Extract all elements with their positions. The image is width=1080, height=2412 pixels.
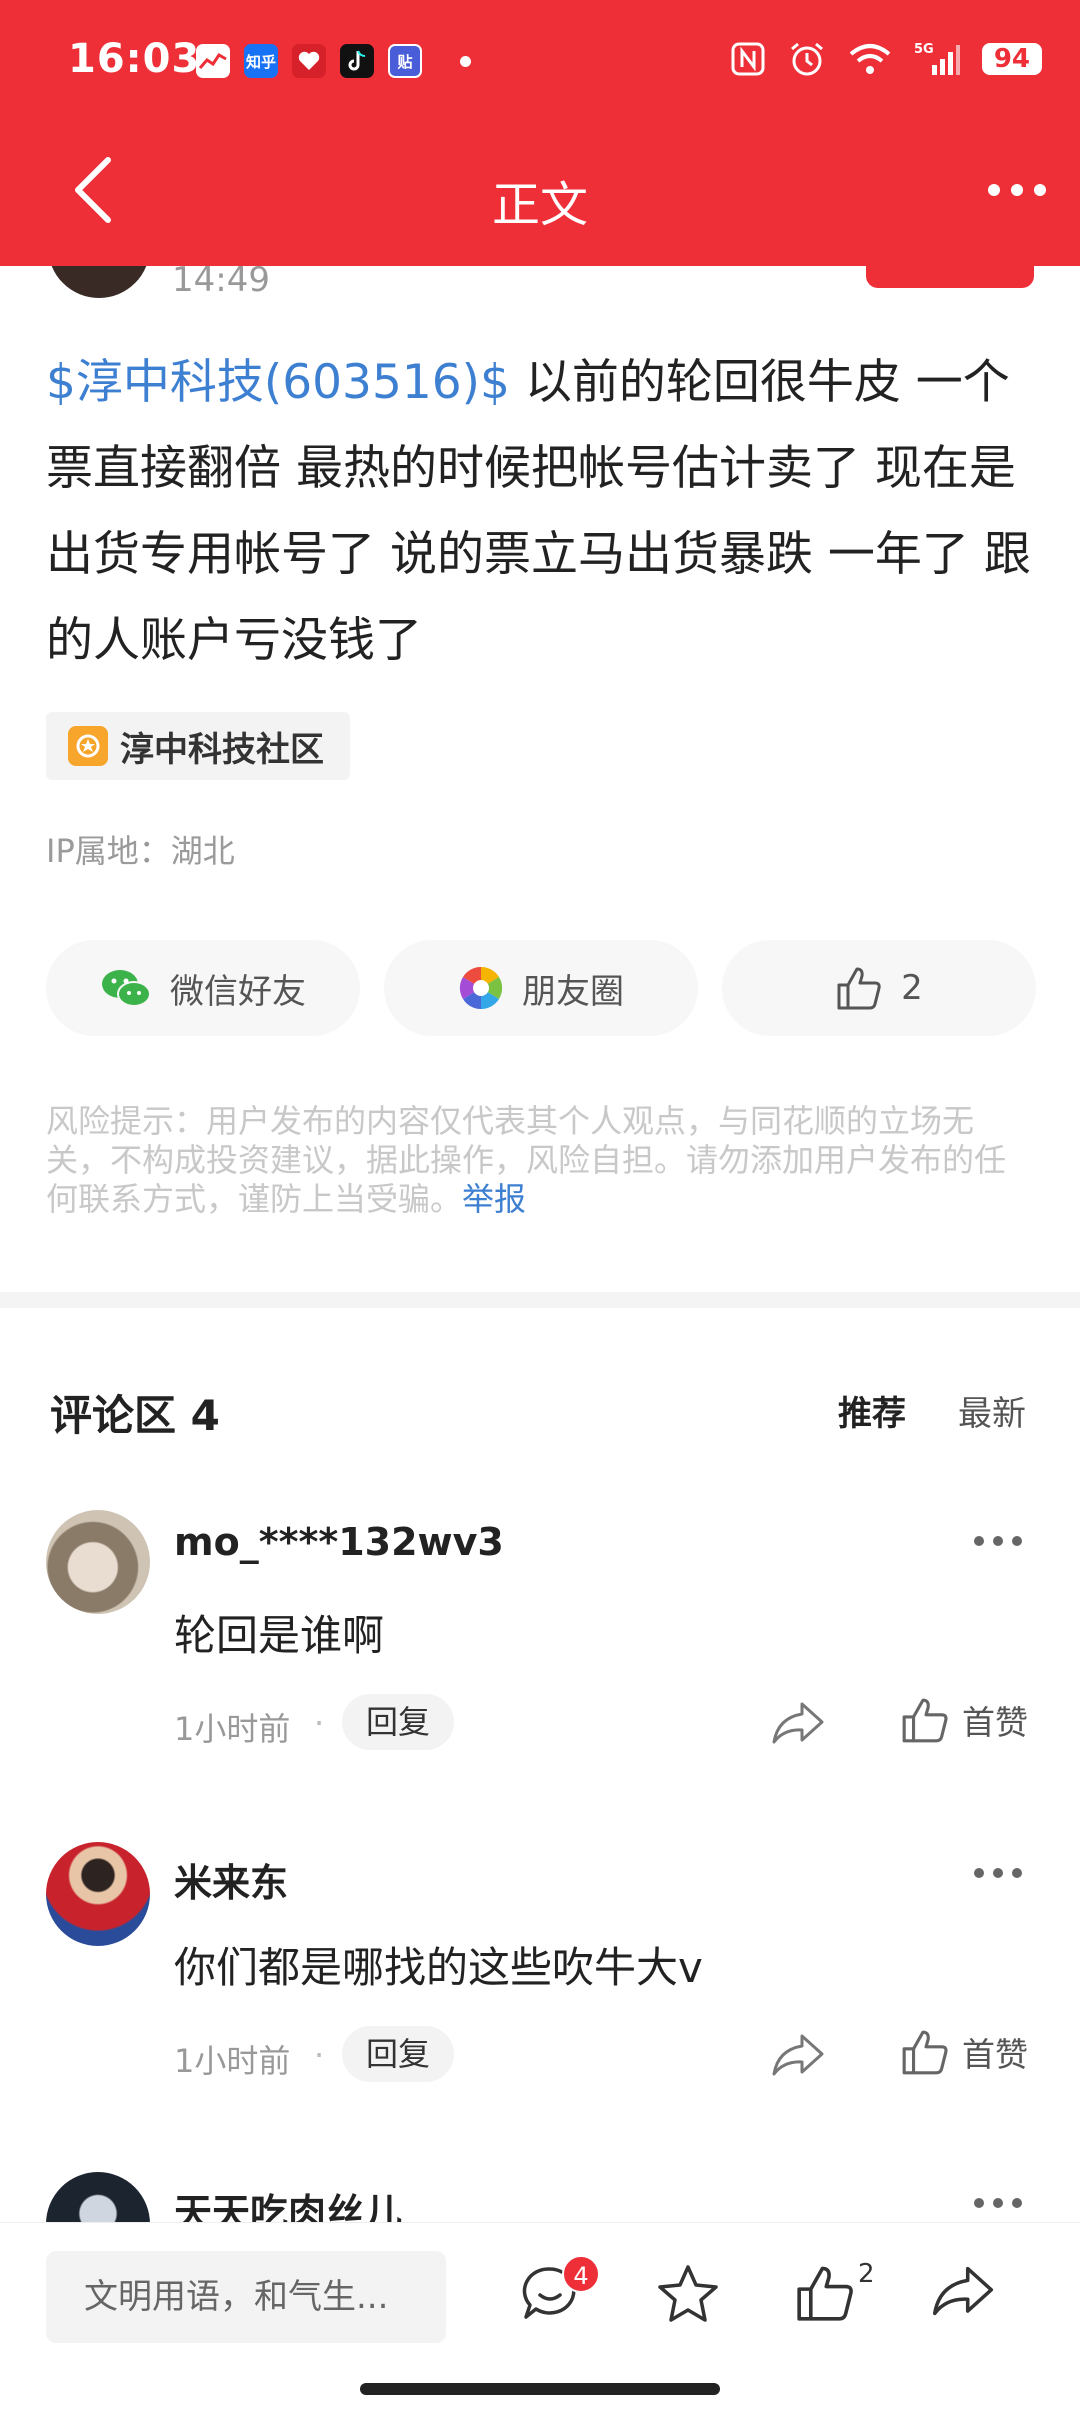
share-moments-label: 朋友圈	[522, 971, 624, 1012]
home-indicator[interactable]	[360, 2383, 720, 2395]
more-horizontal-icon	[974, 2198, 984, 2208]
tiktok-icon	[340, 44, 374, 78]
wechat-icon	[102, 970, 151, 1007]
alarm-icon	[790, 42, 823, 76]
more-horizontal-icon	[988, 184, 1000, 196]
more-button[interactable]	[988, 184, 1046, 196]
comment-count-badge: 4	[562, 2255, 600, 2293]
comment-more-button[interactable]	[974, 2198, 1022, 2208]
commenter-name[interactable]: mo_****132wv3	[174, 1520, 504, 1564]
svg-text:5G: 5G	[914, 42, 934, 57]
status-time: 16:03	[68, 36, 201, 82]
bottom-action-bar: 文明用语，和气生... 4 2	[0, 2222, 1080, 2412]
share-arrow-icon	[772, 1702, 824, 1744]
comment-share-button[interactable]	[770, 1700, 826, 1750]
comment-more-button[interactable]	[974, 1868, 1022, 1878]
post-time: 14:49	[172, 260, 270, 300]
reply-button[interactable]: 回复	[342, 1694, 455, 1750]
comment-like-label: 首赞	[962, 1703, 1028, 1742]
notification-dot-icon	[460, 55, 471, 67]
comment-item: mo_****132wv3 轮回是谁啊 1小时前 · 回复 首赞	[0, 1510, 1080, 1840]
status-notification-icons: 知乎 贴	[196, 44, 471, 78]
comment-item: 米来东 你们都是哪找的这些吹牛大v 1小时前 · 回复 首赞	[0, 1842, 1080, 2172]
more-horizontal-icon	[974, 1536, 984, 1546]
comment-share-button[interactable]	[770, 2032, 826, 2082]
share-moments-button[interactable]: 朋友圈	[384, 940, 698, 1036]
share-arrow-icon	[772, 2034, 824, 2076]
post-like-button[interactable]: 2	[722, 940, 1036, 1036]
comment-like-button[interactable]: 首赞	[900, 2028, 1028, 2076]
more-dot	[993, 1536, 1003, 1546]
star-icon	[658, 2265, 718, 2322]
stock-tag-link[interactable]: $淳中科技(603516)$	[46, 355, 510, 410]
commenter-avatar[interactable]	[46, 1510, 150, 1614]
comment-time: 1小时前	[174, 2042, 291, 2080]
stock-app-icon	[196, 44, 230, 78]
moments-icon	[459, 966, 503, 1010]
post-like-count: 2	[901, 968, 923, 1008]
reply-button[interactable]: 回复	[342, 2026, 455, 2082]
more-dot	[993, 2198, 1003, 2208]
section-divider	[0, 1292, 1080, 1308]
comment-separator: ·	[314, 2036, 325, 2074]
like-button[interactable]	[794, 2263, 856, 2327]
comment-text: 轮回是谁啊	[174, 1611, 385, 1660]
thumbs-up-icon	[902, 2030, 948, 2075]
share-wechat-button[interactable]: 微信好友	[46, 940, 360, 1036]
signal-5g-icon: 5G	[914, 42, 960, 75]
comments-title: 评论区 4	[50, 1391, 220, 1440]
wifi-icon	[849, 44, 891, 74]
risk-warning: 风险提示：用户发布的内容仅代表其个人观点，与同花顺的立场无关，不构成投资建议，据…	[46, 1102, 1036, 1219]
commenter-avatar[interactable]	[46, 1842, 150, 1946]
like-count: 2	[858, 2259, 875, 2289]
sort-latest-tab[interactable]: 最新	[958, 1386, 1026, 1435]
report-link[interactable]: 举报	[462, 1180, 526, 1218]
comment-like-button[interactable]: 首赞	[900, 1696, 1028, 1744]
comment-like-label: 首赞	[962, 2035, 1028, 2074]
comment-separator: ·	[314, 1704, 325, 1742]
more-dot	[1012, 1536, 1022, 1546]
thumbs-up-icon	[797, 2266, 853, 2321]
zhihu-icon: 知乎	[244, 44, 278, 78]
sort-recommended-tab[interactable]: 推荐	[838, 1386, 906, 1435]
share-arrow-icon	[932, 2266, 994, 2316]
topic-label: 淳中科技社区	[120, 729, 324, 770]
app-header: 16:03 知乎 贴 5G 94 正文	[0, 0, 1080, 266]
nfc-icon	[731, 42, 765, 76]
post-content: $淳中科技(603516)$ 以前的轮回很牛皮 一个票直接翻倍 最热的时候把帐号…	[46, 340, 1036, 684]
share-row: 微信好友 朋友圈 2	[46, 940, 1036, 1036]
thumbs-up-icon	[837, 967, 881, 1010]
comment-input[interactable]: 文明用语，和气生...	[46, 2251, 446, 2343]
page-title: 正文	[491, 177, 588, 233]
more-dot	[1012, 2198, 1022, 2208]
more-dot	[1034, 184, 1046, 196]
thumbs-up-icon	[902, 1698, 948, 1743]
commenter-name[interactable]: 米来东	[174, 1852, 288, 1907]
tieba-icon: 贴	[388, 44, 422, 78]
more-dot	[1012, 1868, 1022, 1878]
share-button[interactable]	[930, 2263, 996, 2323]
comment-more-button[interactable]	[974, 1536, 1022, 1546]
battery-icon: 94	[981, 43, 1042, 75]
heart-app-icon	[292, 44, 326, 78]
comment-time: 1小时前	[174, 1710, 291, 1748]
more-dot	[1011, 184, 1023, 196]
favorite-button[interactable]	[656, 2263, 720, 2329]
topic-tag[interactable]: 淳中科技社区	[46, 712, 350, 780]
more-horizontal-icon	[974, 1868, 984, 1878]
status-system-icons: 5G 94	[730, 40, 1042, 78]
comment-text: 你们都是哪找的这些吹牛大v	[174, 1943, 703, 1992]
share-wechat-label: 微信好友	[170, 971, 306, 1012]
community-icon	[68, 726, 108, 766]
ip-location: IP属地：湖北	[46, 832, 235, 870]
more-dot	[993, 1868, 1003, 1878]
